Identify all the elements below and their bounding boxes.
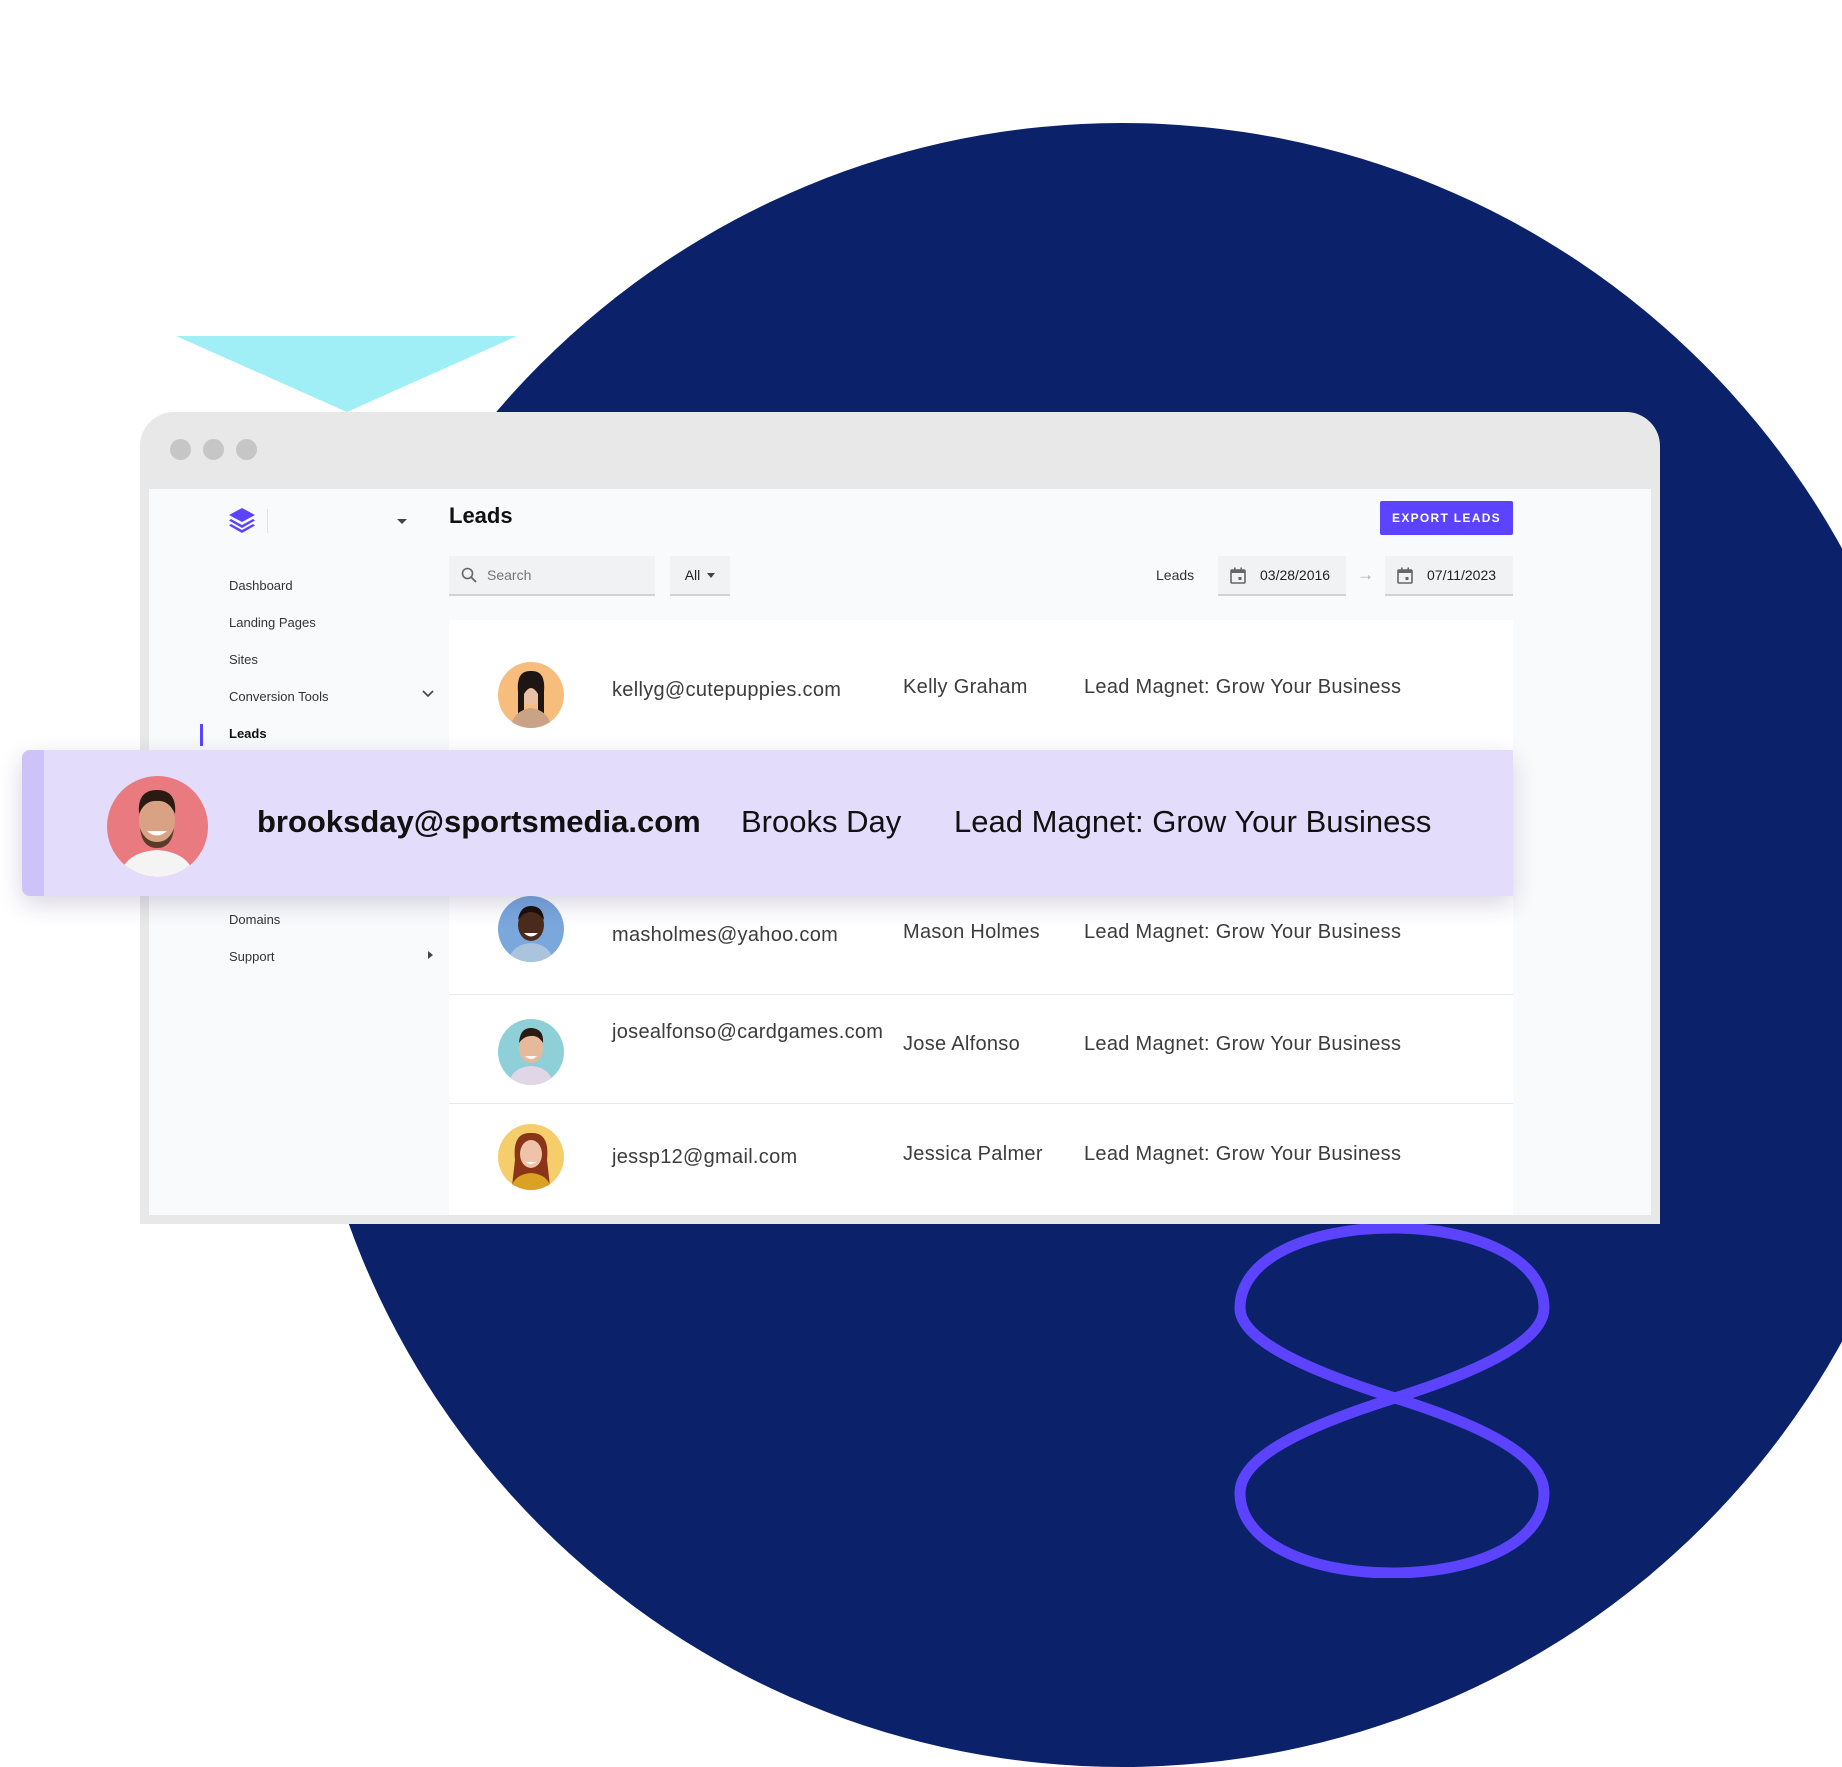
sidebar-item-landing-pages[interactable]: Landing Pages [229, 614, 429, 651]
sidebar-item-label: Domains [229, 912, 281, 927]
sidebar-item-dashboard[interactable]: Dashboard [229, 577, 429, 614]
decorative-triangle [176, 336, 517, 412]
sidebar-item-label: Support [229, 949, 275, 964]
sidebar-item-label: Conversion Tools [229, 689, 329, 704]
search-icon [461, 567, 477, 583]
window-minimize-button[interactable] [203, 439, 224, 460]
lead-name: Jessica Palmer [903, 1143, 1043, 1165]
avatar [498, 1019, 564, 1085]
avatar [498, 896, 564, 962]
date-from-field[interactable]: 03/28/2016 [1218, 556, 1346, 596]
avatar [498, 662, 564, 728]
sidebar-nav: Dashboard Landing Pages Sites Conversion… [200, 577, 434, 762]
lead-name: Mason Holmes [903, 921, 1040, 943]
lead-email[interactable]: kellyg@cutepuppies.com [612, 675, 862, 705]
sidebar-nav-lower: Domains Support [229, 911, 433, 985]
filter-dropdown[interactable]: All [670, 556, 730, 596]
caret-down-icon [707, 572, 716, 578]
sidebar-item-label: Dashboard [229, 578, 293, 593]
export-leads-button[interactable]: EXPORT LEADS [1380, 501, 1513, 535]
date-range-label: Leads [1156, 567, 1195, 583]
filter-value: All [684, 567, 701, 583]
lead-email[interactable]: brooksday@sportsmedia.com [257, 802, 701, 842]
avatar [498, 1124, 564, 1190]
calendar-icon [1230, 567, 1246, 584]
lead-source: Lead Magnet: Grow Your Business [1084, 921, 1402, 943]
lead-source: Lead Magnet: Grow Your Business [954, 804, 1432, 839]
lead-source: Lead Magnet: Grow Your Business [1084, 1143, 1402, 1165]
table-row[interactable]: josealfonso@cardgames.com Jose Alfonso L… [449, 995, 1513, 1104]
caret-right-icon[interactable] [426, 950, 434, 960]
arrow-right-icon: → [1357, 565, 1374, 584]
sidebar-item-label: Leads [229, 726, 267, 741]
date-from-value: 03/28/2016 [1260, 567, 1331, 583]
table-row[interactable]: masholmes@yahoo.com Mason Holmes Lead Ma… [449, 884, 1513, 995]
window-controls [170, 439, 257, 460]
window-maximize-button[interactable] [236, 439, 257, 460]
highlight-edge [22, 750, 44, 896]
sidebar-item-conversion-tools[interactable]: Conversion Tools [229, 688, 434, 725]
decorative-figure-eight [1234, 1222, 1550, 1578]
chevron-down-icon[interactable] [422, 690, 434, 698]
search-field[interactable] [449, 556, 655, 596]
lead-name: Kelly Graham [903, 676, 1028, 698]
lead-source: Lead Magnet: Grow Your Business [1084, 676, 1402, 698]
lead-email[interactable]: jessp12@gmail.com [612, 1142, 862, 1172]
sidebar-item-domains[interactable]: Domains [229, 911, 429, 948]
search-input[interactable] [485, 566, 639, 584]
date-to-value: 07/11/2023 [1427, 567, 1497, 583]
window-close-button[interactable] [170, 439, 191, 460]
sidebar-item-label: Landing Pages [229, 615, 316, 630]
lead-email[interactable]: masholmes@yahoo.com [612, 920, 862, 950]
table-row[interactable]: kellyg@cutepuppies.com Kelly Graham Lead… [449, 620, 1513, 751]
page-title: Leads [449, 503, 513, 528]
active-indicator [200, 724, 203, 746]
calendar-icon [1397, 567, 1413, 584]
lead-source: Lead Magnet: Grow Your Business [1084, 1033, 1402, 1055]
workspace-dropdown-caret-icon[interactable] [397, 519, 407, 524]
sidebar-item-support[interactable]: Support [229, 948, 433, 985]
logo-divider [267, 509, 268, 533]
leads-table: kellyg@cutepuppies.com Kelly Graham Lead… [449, 620, 1513, 1215]
lead-name: Brooks Day [741, 804, 902, 839]
lead-name: Jose Alfonso [903, 1033, 1021, 1055]
lead-email[interactable]: josealfonso@cardgames.com [612, 1017, 883, 1047]
sidebar-item-label: Sites [229, 652, 258, 667]
date-to-field[interactable]: 07/11/2023 [1385, 556, 1513, 596]
sidebar-item-sites[interactable]: Sites [229, 651, 429, 688]
layers-icon[interactable] [227, 507, 257, 533]
highlighted-lead-row[interactable]: brooksday@sportsmedia.com Brooks Day Lea… [22, 750, 1513, 896]
avatar [107, 776, 208, 877]
table-row[interactable]: jessp12@gmail.com Jessica Palmer Lead Ma… [449, 1104, 1513, 1214]
